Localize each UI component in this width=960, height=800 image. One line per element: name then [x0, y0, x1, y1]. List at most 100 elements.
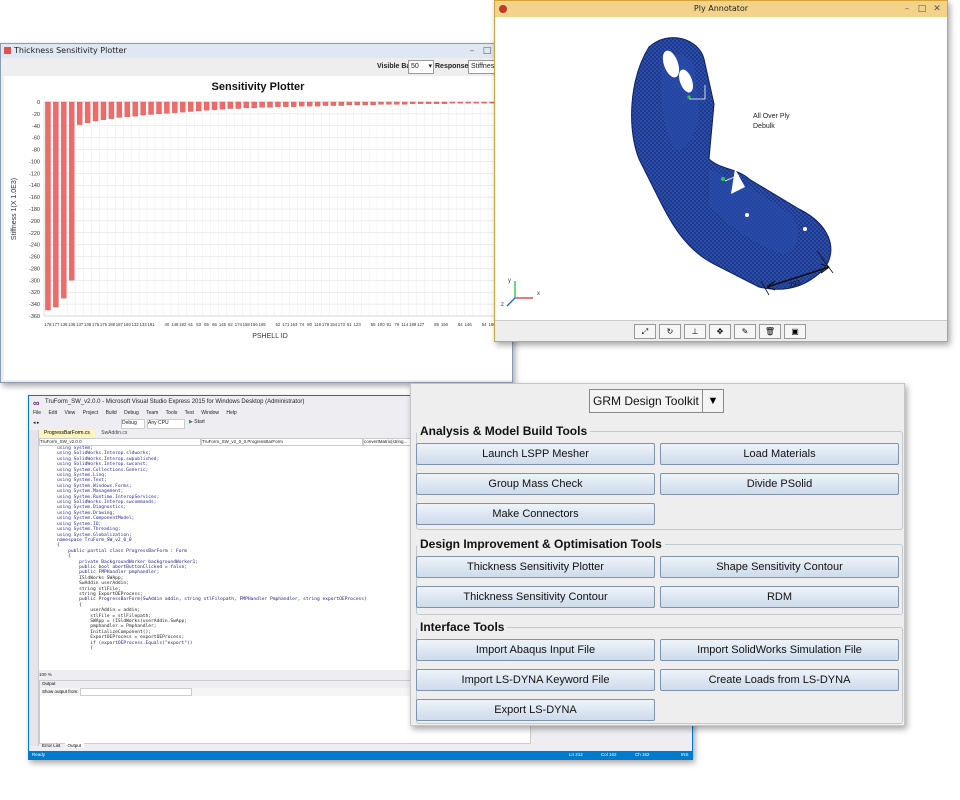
menu-debug[interactable]: Debug — [124, 410, 139, 416]
back-icon[interactable]: ◂ ▸ — [33, 420, 39, 426]
x-tick-label: 175 — [100, 322, 108, 327]
x-tick-label: 66 — [212, 322, 217, 327]
minimize-icon[interactable]: – — [900, 2, 914, 16]
model-viewport[interactable]: All Over Ply Debulk 293 x y z — [499, 19, 943, 321]
shape-sensitivity-contour-button[interactable]: Shape Sensitivity Contour — [660, 556, 899, 578]
output-source-select[interactable] — [79, 688, 192, 696]
y-tick-label: -280 — [29, 266, 40, 272]
tab-progressbarform[interactable]: ProgressBarForm.cs — [39, 430, 95, 438]
menu-test[interactable]: Test — [185, 410, 194, 416]
y-tick-label: -320 — [29, 290, 40, 296]
bar — [259, 101, 265, 108]
platform-select[interactable]: Any CPU — [147, 419, 185, 429]
import-abaqus-input-file-button[interactable]: Import Abaqus Input File — [416, 639, 655, 661]
axis-icon[interactable]: ⊥ — [684, 324, 706, 339]
thickness-sensitivity-plotter-button[interactable]: Thickness Sensitivity Plotter — [416, 556, 655, 578]
tab-swaddin[interactable]: SwAddin.cs — [96, 430, 132, 438]
load-materials-button[interactable]: Load Materials — [660, 443, 899, 465]
annotate-icon[interactable]: ✎ — [734, 324, 756, 339]
thickness-sensitivity-contour-button[interactable]: Thickness Sensitivity Contour — [416, 586, 655, 608]
menu-help[interactable]: Help — [226, 410, 236, 416]
window-icon — [4, 47, 11, 54]
status-bar: Ready Ln 212 Col 162 Ch 162 INS — [29, 751, 692, 759]
x-axis-label: PSHELL ID — [252, 333, 288, 340]
menu-edit[interactable]: Edit — [48, 410, 57, 416]
menu-file[interactable]: File — [33, 410, 41, 416]
x-tick-label: 146 — [465, 322, 473, 327]
window-title: Thickness Sensitivity Plotter — [14, 46, 127, 55]
bar — [449, 101, 456, 104]
bar — [164, 101, 170, 114]
y-axis-label: Stiffness 1(X 1.0E3) — [11, 178, 18, 240]
bar — [140, 101, 146, 116]
show-output-label: Show output from: — [42, 689, 79, 695]
bar — [481, 101, 487, 104]
x-tick-label: 156 — [251, 322, 259, 327]
bar — [299, 101, 305, 107]
bar — [84, 101, 91, 123]
x-tick-label: 51 — [347, 322, 352, 327]
bar — [235, 101, 241, 109]
save-icon[interactable]: ▣ — [784, 324, 806, 339]
bar — [465, 101, 471, 104]
x-tick-label: 89 — [434, 322, 439, 327]
status-line: Ln 212 — [569, 752, 583, 757]
bar — [180, 101, 186, 113]
x-tick-label: 127 — [417, 322, 425, 327]
import-solidworks-simulation-file-button[interactable]: Import SolidWorks Simulation File — [660, 639, 899, 661]
grm-design-toolkit-panel: GRM Design Toolkit ▼ Analysis & Model Bu… — [410, 383, 905, 726]
y-tick-label: -120 — [29, 171, 40, 177]
nav-project-select[interactable]: TruForm_SW_v2.0.0 — [39, 438, 201, 446]
make-connectors-button[interactable]: Make Connectors — [416, 503, 655, 525]
responses-label: Responses — [435, 63, 473, 70]
tab-output[interactable]: Output — [64, 743, 85, 748]
bar — [410, 101, 416, 104]
y-tick-label: -20 — [32, 112, 40, 118]
group-mass-check-button[interactable]: Group Mass Check — [416, 473, 655, 495]
config-select[interactable]: Debug — [121, 419, 145, 429]
play-icon: ▶ — [189, 419, 193, 425]
bar — [116, 101, 123, 118]
nav-class-select[interactable]: TruForm_SW_v2_0_0.ProgressBarForm — [201, 438, 363, 446]
menu-team[interactable]: Team — [146, 410, 158, 416]
x-tick-label: 178 — [44, 322, 52, 327]
group-title-analysis: Analysis & Model Build Tools — [417, 424, 591, 438]
toolkit-dropdown[interactable]: GRM Design Toolkit ▼ — [589, 389, 724, 413]
menu-project[interactable]: Project — [83, 410, 99, 416]
menu-tools[interactable]: Tools — [166, 410, 178, 416]
rdm-button[interactable]: RDM — [660, 586, 899, 608]
x-tick-label: 91 — [387, 322, 392, 327]
minimize-icon[interactable]: – — [465, 44, 479, 58]
ply-toolbar: ⤢ ↻ ⊥ ✥ ✎ 🗑 ▣ — [495, 320, 947, 341]
export-ls-dyna-button[interactable]: Export LS-DYNA — [416, 699, 655, 721]
x-tick-label: 148 — [171, 322, 179, 327]
visible-bar-select[interactable]: 50 ▾ — [408, 60, 434, 74]
menu-view[interactable]: View — [64, 410, 75, 416]
close-icon[interactable]: ✕ — [930, 2, 944, 16]
chart-toolbar: Visible Bar 50 ▾ Responses Stiffness — [1, 58, 514, 76]
y-tick-label: -360 — [29, 314, 40, 320]
menu-window[interactable]: Window — [201, 410, 219, 416]
editor-tabs: ProgressBarForm.cs SwAddin.cs — [39, 430, 132, 438]
tab-error-list[interactable]: Error List — [39, 743, 63, 748]
y-tick-label: 0 — [37, 100, 40, 106]
start-button[interactable]: ▶ Start — [189, 419, 205, 425]
divide-psolid-button[interactable]: Divide PSolid — [660, 473, 899, 495]
rotate-icon[interactable]: ↻ — [659, 324, 681, 339]
chevron-down-icon[interactable]: ▼ — [702, 390, 723, 412]
x-tick-label: 123 — [354, 322, 362, 327]
title-bar: Ply Annotator ✕ □ – — [495, 1, 947, 17]
launch-lspp-mesher-button[interactable]: Launch LSPP Mesher — [416, 443, 655, 465]
import-ls-dyna-keyword-file-button[interactable]: Import LS-DYNA Keyword File — [416, 669, 655, 691]
create-loads-from-ls-dyna-button[interactable]: Create Loads from LS-DYNA — [660, 669, 899, 691]
pan-icon[interactable]: ✥ — [709, 324, 731, 339]
zoom-indicator[interactable]: 100 % — [39, 672, 52, 677]
delete-icon[interactable]: 🗑 — [759, 324, 781, 339]
maximize-icon[interactable]: □ — [480, 44, 494, 58]
menu-build[interactable]: Build — [106, 410, 117, 416]
x-tick-label: 61 — [188, 322, 193, 327]
bar — [61, 101, 67, 299]
bar — [188, 101, 194, 112]
maximize-icon[interactable]: □ — [915, 2, 929, 16]
fit-icon[interactable]: ⤢ — [634, 324, 656, 339]
